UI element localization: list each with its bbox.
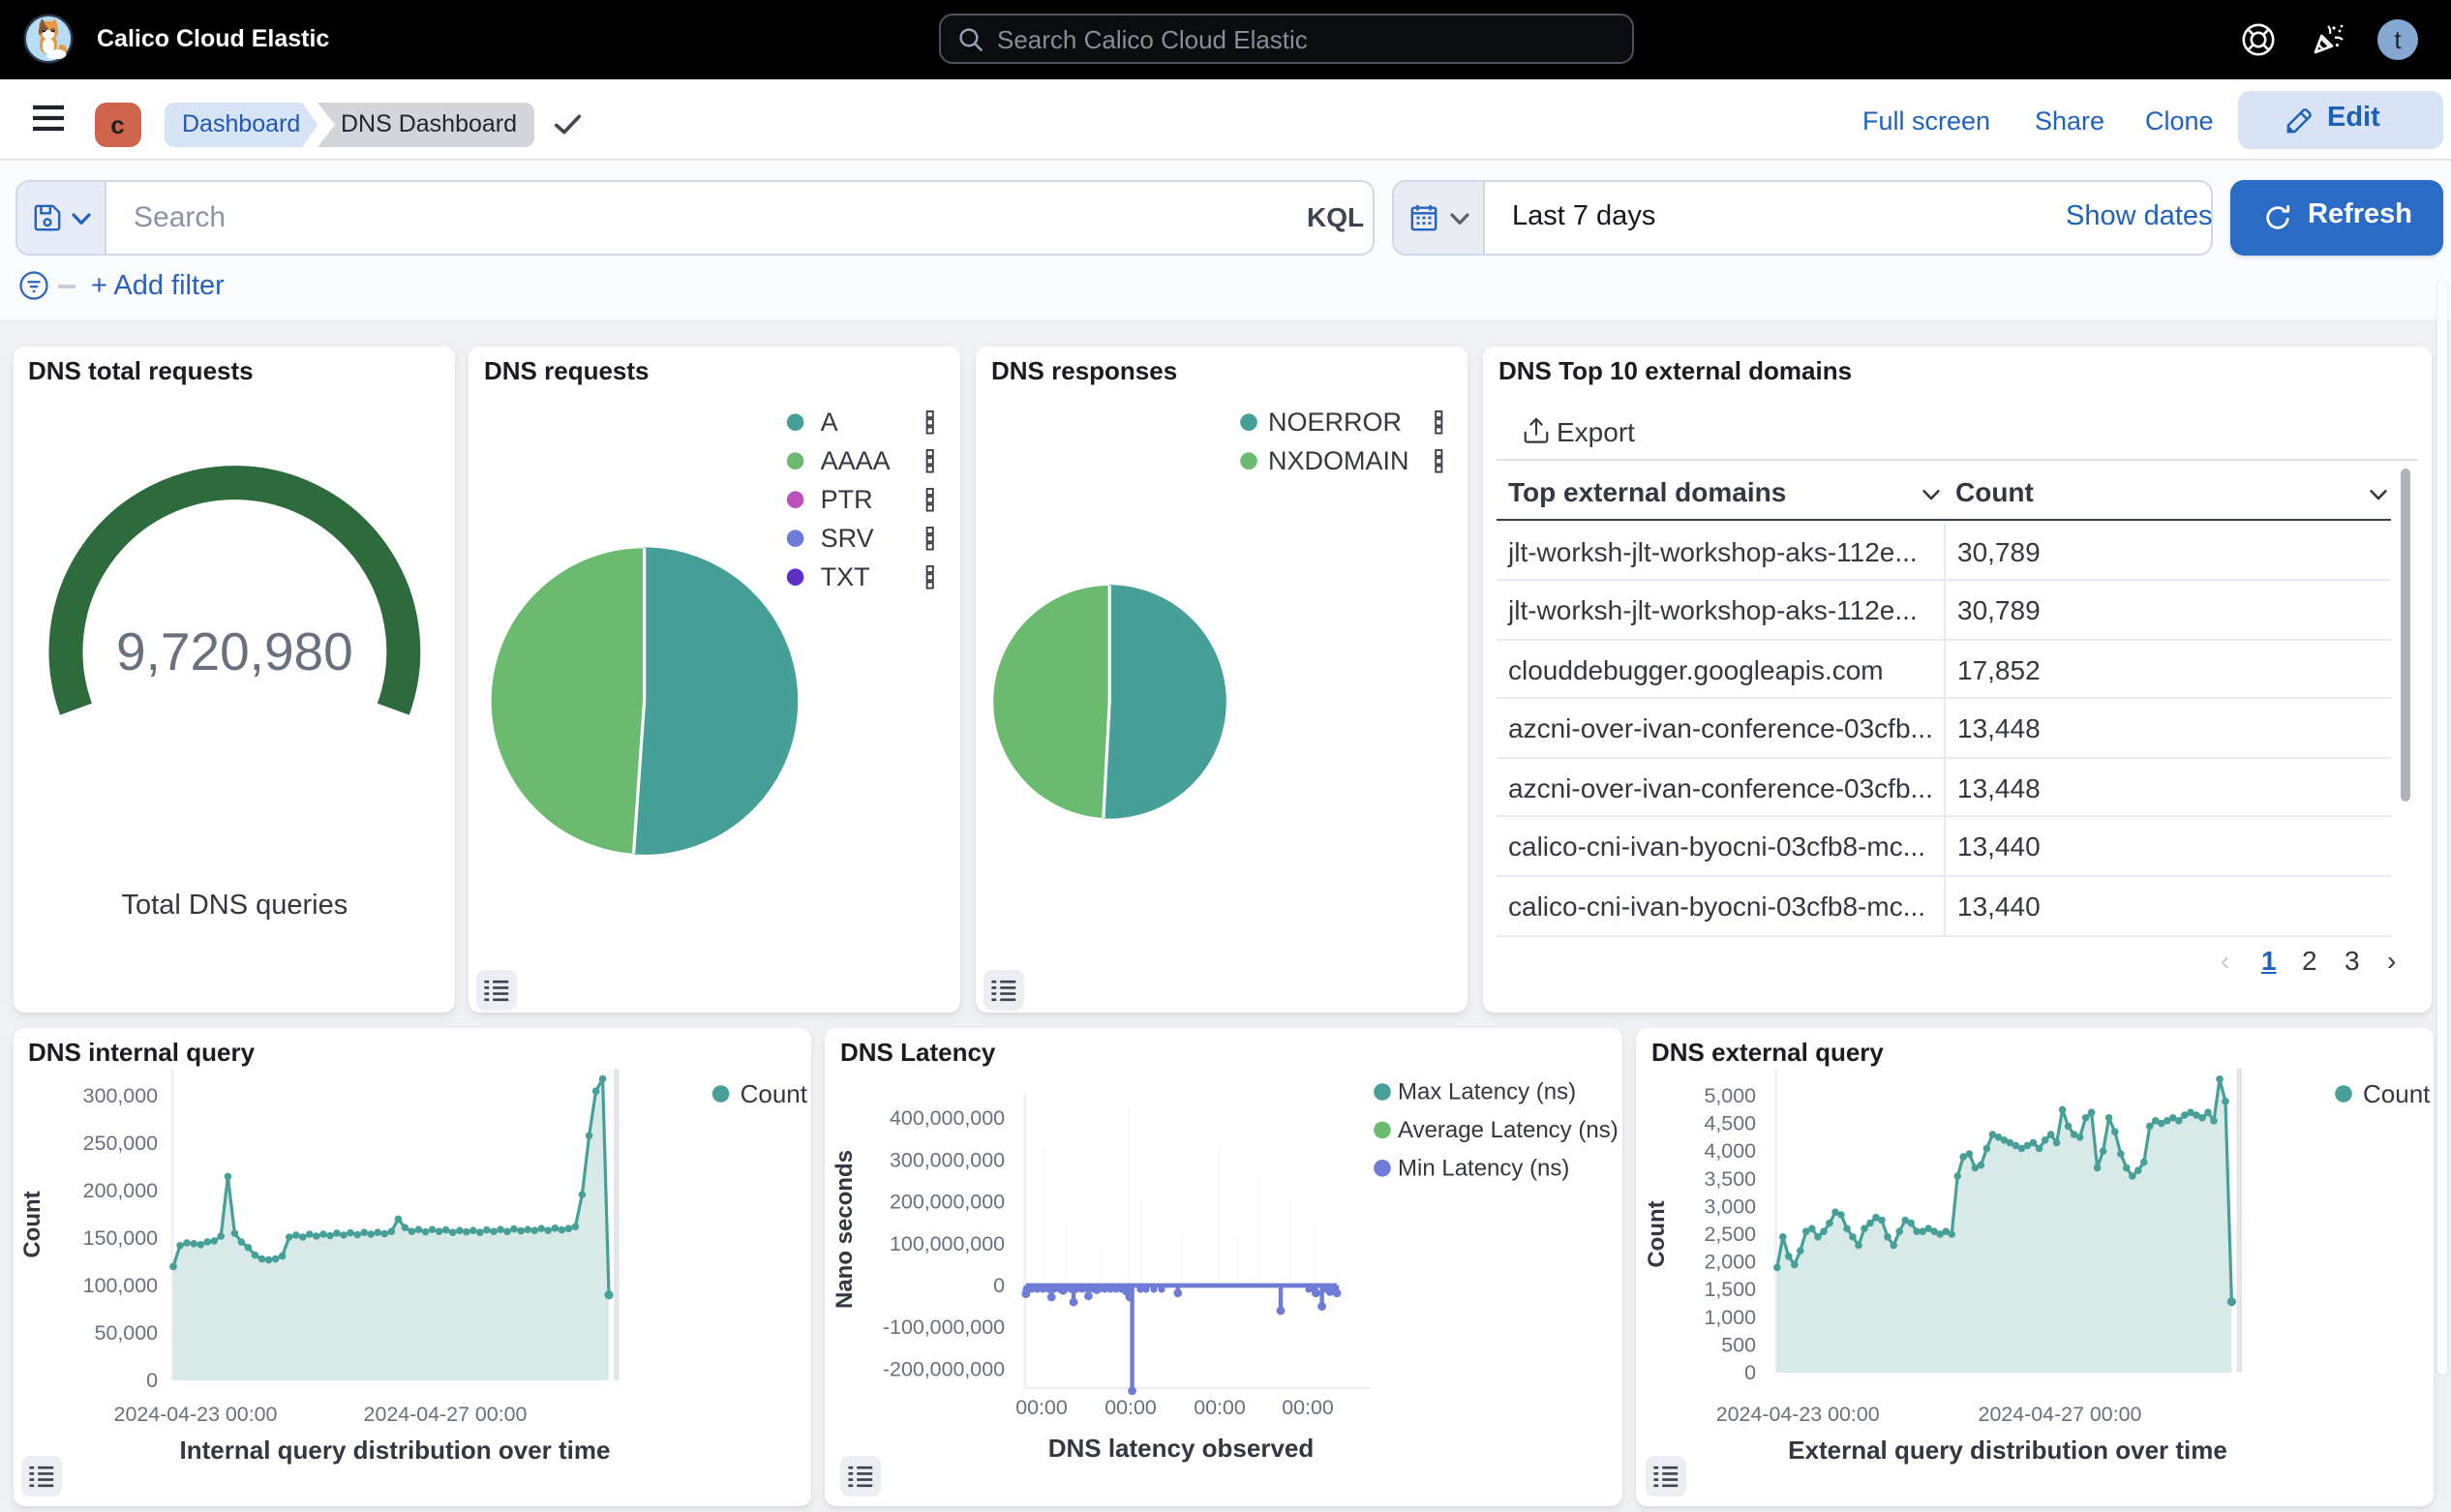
svg-text:0: 0 [1744,1361,1756,1384]
svg-text:00:00: 00:00 [1194,1396,1246,1419]
svg-text:4,000: 4,000 [1704,1139,1756,1163]
svg-text:NXDOMAIN: NXDOMAIN [1268,446,1409,475]
svg-text:100,000,000: 100,000,000 [890,1232,1005,1255]
svg-text:-100,000,000: -100,000,000 [883,1315,1005,1339]
svg-text:TXT: TXT [821,562,870,591]
svg-text:External query distribution ov: External query distribution over time [1788,1436,2227,1465]
svg-text:DNS latency observed: DNS latency observed [1048,1434,1315,1463]
svg-text:250,000: 250,000 [82,1132,157,1155]
svg-text:200,000: 200,000 [82,1179,157,1202]
svg-text:Internal query distribution ov: Internal query distribution over time [179,1436,610,1465]
svg-text:5,000: 5,000 [1704,1084,1756,1107]
svg-text:9,720,980: 9,720,980 [115,621,352,681]
svg-text:-200,000,000: -200,000,000 [883,1357,1005,1380]
svg-text:Count: Count [2363,1079,2431,1108]
svg-text:SRV: SRV [821,524,874,553]
svg-text:2024-04-27 00:00: 2024-04-27 00:00 [363,1403,527,1426]
svg-text:2,000: 2,000 [1704,1251,1756,1274]
svg-text:1,000: 1,000 [1704,1306,1756,1329]
svg-text:00:00: 00:00 [1015,1396,1068,1419]
svg-text:AAAA: AAAA [821,446,891,475]
svg-text:300,000,000: 300,000,000 [890,1148,1005,1171]
svg-text:A: A [821,408,838,437]
svg-text:2024-04-23 00:00: 2024-04-23 00:00 [1716,1403,1880,1426]
svg-text:0: 0 [993,1274,1005,1297]
svg-text:300,000: 300,000 [82,1084,157,1107]
svg-text:2,500: 2,500 [1704,1223,1756,1246]
svg-text:00:00: 00:00 [1282,1396,1334,1419]
svg-text:100,000: 100,000 [82,1274,157,1297]
svg-text:PTR: PTR [821,485,873,514]
svg-text:0: 0 [145,1369,157,1392]
svg-text:400,000,000: 400,000,000 [890,1106,1005,1130]
svg-text:500: 500 [1721,1333,1756,1356]
svg-text:Count: Count [1644,1200,1670,1267]
svg-text:4,500: 4,500 [1704,1112,1756,1135]
svg-text:Total DNS queries: Total DNS queries [121,890,348,921]
svg-text:Max Latency (ns): Max Latency (ns) [1398,1079,1576,1105]
svg-text:3,000: 3,000 [1704,1194,1756,1218]
svg-text:Count: Count [18,1191,45,1257]
svg-text:Min Latency (ns): Min Latency (ns) [1398,1155,1569,1181]
svg-text:3,500: 3,500 [1704,1167,1756,1191]
svg-text:200,000,000: 200,000,000 [890,1191,1005,1214]
svg-text:1,500: 1,500 [1704,1278,1756,1301]
svg-text:50,000: 50,000 [94,1321,158,1345]
svg-text:2024-04-23 00:00: 2024-04-23 00:00 [113,1403,277,1426]
svg-text:Average Latency (ns): Average Latency (ns) [1398,1117,1619,1143]
svg-text:Nano seconds: Nano seconds [832,1150,858,1309]
svg-text:2024-04-27 00:00: 2024-04-27 00:00 [1979,1403,2142,1426]
svg-text:150,000: 150,000 [82,1226,157,1250]
svg-text:Count: Count [740,1079,807,1108]
svg-text:NOERROR: NOERROR [1268,408,1402,437]
svg-text:00:00: 00:00 [1104,1396,1157,1419]
